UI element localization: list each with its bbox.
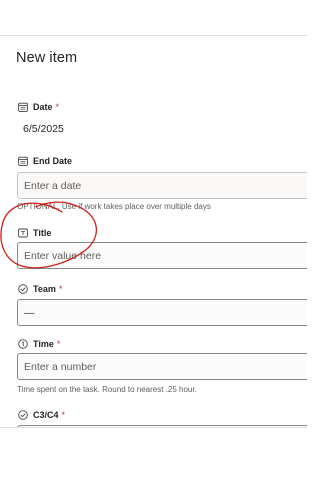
time-input[interactable]: Enter a number [17, 353, 307, 380]
required-marker: * [55, 102, 60, 112]
title-label: Title [17, 226, 51, 240]
time-label: Time * [17, 337, 60, 351]
c3c4-label: C3/C4 * [17, 408, 65, 422]
c3c4-dropdown[interactable] [17, 425, 307, 427]
panel-title: New item [16, 50, 78, 66]
date-label-text: Date [33, 102, 53, 112]
end-date-help: OPTIONAL. Use if work takes place over m… [17, 202, 211, 211]
text-icon [17, 228, 28, 239]
time-help: Time spent on the task. Round to nearest… [17, 385, 197, 394]
end-date-input[interactable]: Enter a date [17, 172, 307, 199]
required-marker: * [58, 284, 63, 294]
date-label: Date * [17, 100, 59, 114]
calendar-icon [17, 102, 28, 113]
team-label: Team * [17, 282, 62, 296]
title-input[interactable]: Enter value here [17, 242, 307, 269]
team-label-text: Team [33, 284, 56, 294]
number-icon [17, 339, 28, 350]
new-item-panel: New item Date * 6/5/2025 End Date Enter … [0, 36, 307, 428]
team-dropdown[interactable]: — [17, 299, 307, 326]
required-marker: * [61, 410, 66, 420]
end-date-label-text: End Date [33, 156, 73, 166]
choice-icon [17, 410, 28, 421]
c3c4-label-text: C3/C4 [33, 410, 59, 420]
choice-icon [17, 284, 28, 295]
calendar-icon [17, 156, 28, 167]
title-label-text: Title [33, 228, 52, 238]
date-value[interactable]: 6/5/2025 [23, 123, 64, 135]
time-label-text: Time [33, 339, 54, 349]
top-bar [0, 0, 307, 36]
required-marker: * [56, 339, 61, 349]
end-date-label: End Date [17, 154, 72, 168]
